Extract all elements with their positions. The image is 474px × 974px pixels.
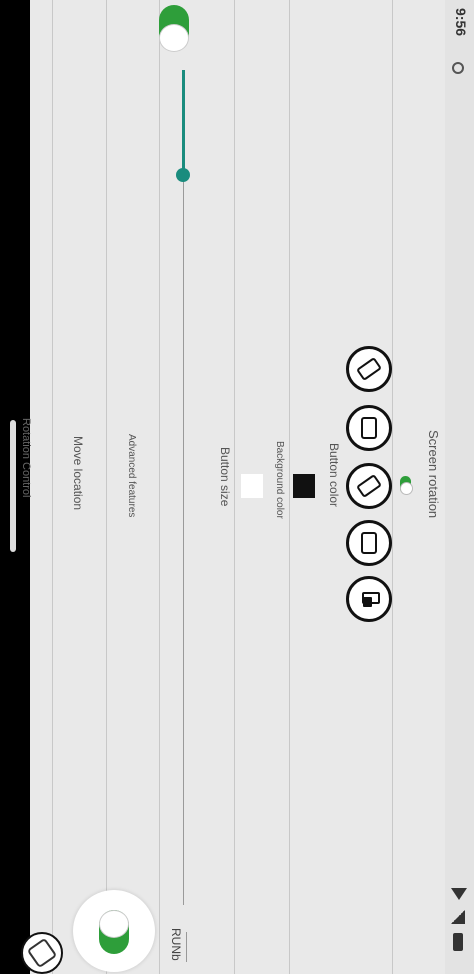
divider bbox=[159, 0, 160, 974]
move-location-label: Move location bbox=[71, 436, 85, 511]
background-color-label: Background color bbox=[274, 441, 285, 519]
auto-rotation-button[interactable] bbox=[346, 346, 392, 392]
landscape-rotate-icon bbox=[355, 473, 383, 499]
divider bbox=[392, 0, 393, 974]
advanced-toggle[interactable] bbox=[157, 0, 189, 52]
button-color-swatch[interactable] bbox=[293, 474, 315, 498]
portrait-icon bbox=[361, 532, 377, 554]
battery-icon bbox=[453, 933, 463, 951]
divider bbox=[289, 0, 290, 974]
screen-rotation-label: Screen rotation bbox=[426, 430, 441, 519]
reverse-portrait-button[interactable] bbox=[346, 405, 392, 451]
button-size-label: Button size bbox=[218, 447, 232, 507]
settings-panel: Screen rotation Button color Background … bbox=[1, 0, 445, 974]
lock-rotation-icon bbox=[358, 589, 380, 609]
screen-rotation-toggle[interactable] bbox=[399, 476, 413, 498]
landscape-rotation-button[interactable] bbox=[346, 463, 392, 509]
clipped-bottom-label: Rotation Control bbox=[20, 418, 32, 498]
portrait-rotate-icon bbox=[361, 417, 377, 439]
signal-icon bbox=[451, 910, 465, 924]
divider bbox=[106, 0, 107, 974]
portrait-rotation-button[interactable] bbox=[346, 520, 392, 566]
bottom-logo: RUNb bbox=[157, 928, 209, 968]
divider bbox=[234, 0, 235, 974]
slider-thumb[interactable] bbox=[176, 168, 190, 182]
status-bar: 9:56 bbox=[445, 0, 474, 974]
sim-icon bbox=[452, 62, 464, 74]
home-indicator[interactable] bbox=[10, 420, 16, 552]
auto-rotate-icon bbox=[355, 356, 383, 382]
lock-rotation-button[interactable] bbox=[346, 576, 392, 622]
status-time: 9:56 bbox=[453, 8, 469, 37]
slider-track-active bbox=[182, 70, 185, 175]
advanced-features-label: Advanced features bbox=[126, 434, 137, 518]
slider-track bbox=[183, 175, 184, 905]
rotate-icon bbox=[26, 937, 58, 969]
corner-rotation-button[interactable] bbox=[21, 932, 63, 974]
floating-button[interactable] bbox=[73, 890, 155, 972]
wifi-icon bbox=[451, 888, 467, 900]
button-color-label: Button color bbox=[327, 443, 341, 508]
background-color-swatch[interactable] bbox=[241, 474, 263, 498]
divider bbox=[52, 0, 53, 974]
button-size-slider[interactable] bbox=[174, 70, 192, 905]
